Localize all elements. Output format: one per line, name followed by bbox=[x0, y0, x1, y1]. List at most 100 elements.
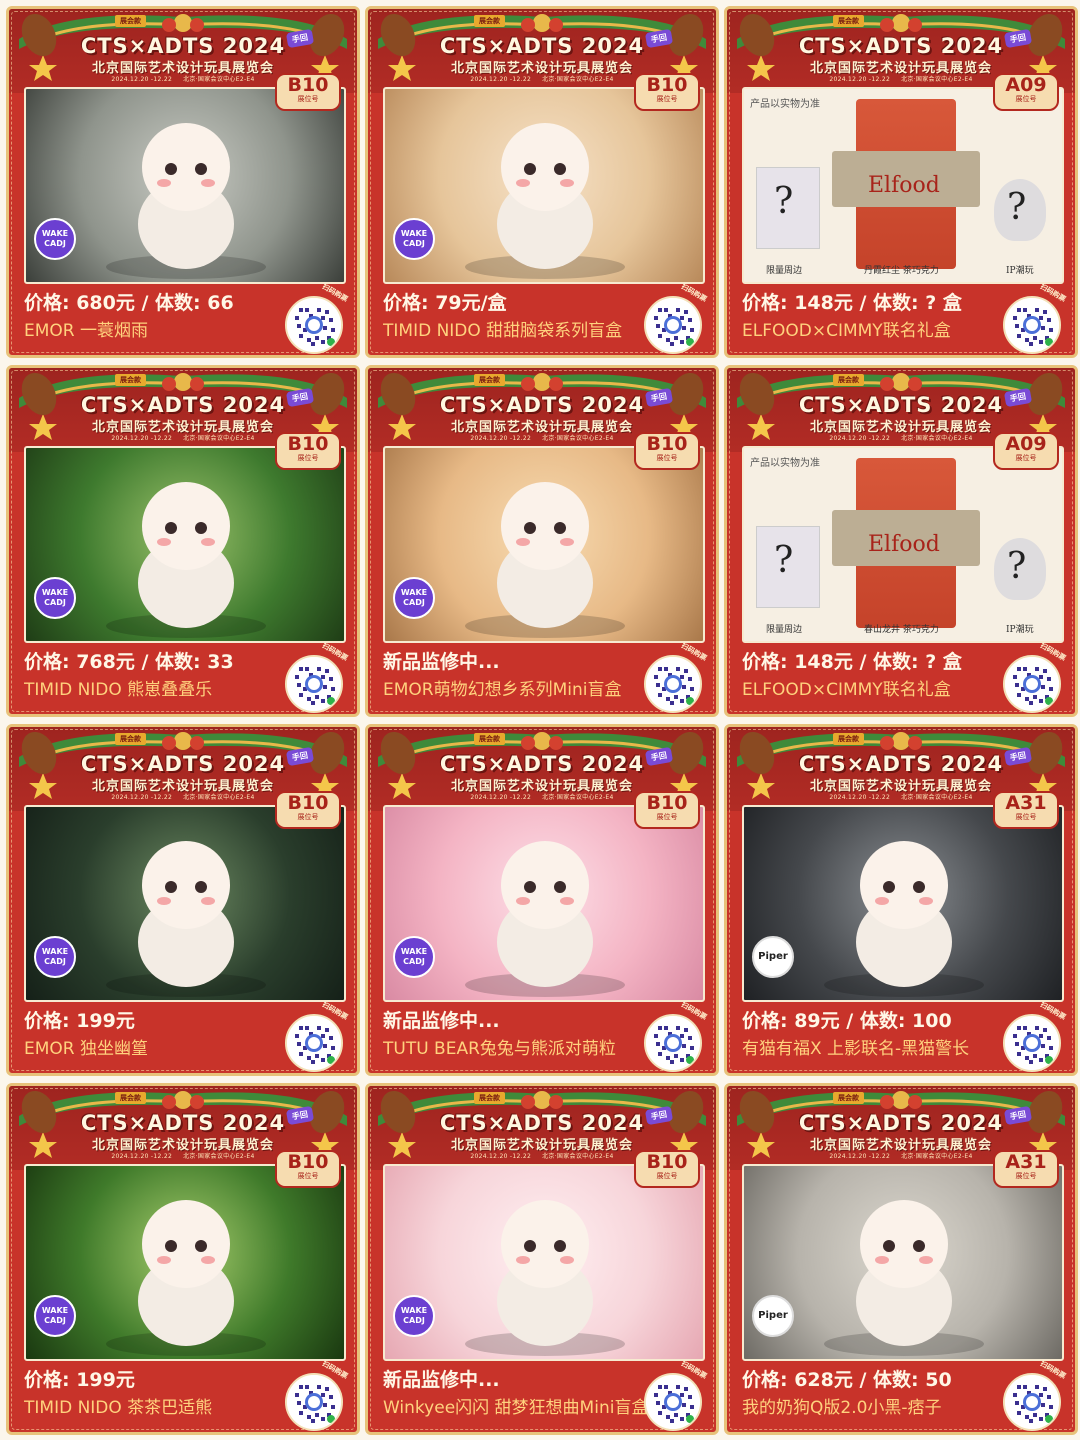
expo-title: CTS×ADTS 2024 bbox=[439, 752, 645, 776]
figurine-illustration bbox=[106, 1200, 266, 1356]
expo-venue: 北京·国家会议中心E2-E4 bbox=[901, 1153, 973, 1160]
expo-exclusive-badge: 展会款 bbox=[115, 15, 146, 27]
booth-label: 展位号 bbox=[656, 95, 678, 103]
booth-badge: A09 展位号 bbox=[993, 73, 1059, 111]
booth-label: 展位号 bbox=[656, 1172, 678, 1180]
ticket-qr-code[interactable] bbox=[1003, 1373, 1061, 1431]
qr-code-icon bbox=[646, 1375, 700, 1429]
ticket-qr-code[interactable] bbox=[1003, 655, 1061, 713]
product-card[interactable]: 展会款 手回 CTS×ADTS 2024 北京国际艺术设计玩具展览会 2024.… bbox=[6, 365, 360, 717]
product-photo[interactable]: WAKE CADJ bbox=[24, 805, 346, 1002]
booth-number: A09 bbox=[1005, 74, 1047, 96]
ticket-qr-code[interactable] bbox=[644, 655, 702, 713]
expo-dates: 2024.12.20 -12.22 bbox=[111, 1153, 173, 1160]
product-photo[interactable]: WAKE CADJ bbox=[383, 805, 705, 1002]
expo-venue: 北京·国家会议中心E2-E4 bbox=[183, 794, 255, 801]
expo-venue: 北京·国家会议中心E2-E4 bbox=[542, 435, 614, 442]
expo-venue: 北京·国家会议中心E2-E4 bbox=[183, 1153, 255, 1160]
ticket-qr-code[interactable] bbox=[285, 655, 343, 713]
product-card[interactable]: 展会款 手回 CTS×ADTS 2024 北京国际艺术设计玩具展览会 2024.… bbox=[724, 365, 1078, 717]
expo-title: CTS×ADTS 2024 bbox=[80, 1111, 286, 1135]
product-card[interactable]: 展会款 手回 CTS×ADTS 2024 北京国际艺术设计玩具展览会 2024.… bbox=[365, 365, 719, 717]
product-photo[interactable]: WAKE CADJ bbox=[383, 87, 705, 284]
ticket-qr-code[interactable] bbox=[285, 1373, 343, 1431]
booth-number: A31 bbox=[1005, 792, 1047, 814]
product-photo[interactable]: WAKE CADJ bbox=[24, 1164, 346, 1361]
product-disclaimer: 产品以实物为准 bbox=[750, 99, 820, 110]
product-card[interactable]: 展会款 手回 CTS×ADTS 2024 北京国际艺术设计玩具展览会 2024.… bbox=[6, 6, 360, 358]
booth-number: B10 bbox=[646, 433, 688, 455]
booth-number: B10 bbox=[287, 433, 329, 455]
ticket-qr-code[interactable] bbox=[285, 296, 343, 354]
elfood-brand: Elfood bbox=[868, 173, 940, 198]
booth-badge: B10 展位号 bbox=[275, 432, 341, 470]
booth-label: 展位号 bbox=[1015, 813, 1037, 821]
figurine-illustration bbox=[465, 1200, 625, 1356]
product-photo[interactable]: 产品以实物为准 Elfood?? 限量周边 丹霞红尘 茶巧克力 IP潮玩 bbox=[742, 87, 1064, 284]
figurine-illustration bbox=[465, 123, 625, 279]
product-photo[interactable]: WAKE CADJ bbox=[24, 446, 346, 643]
expo-venue: 北京·国家会议中心E2-E4 bbox=[183, 435, 255, 442]
booth-label: 展位号 bbox=[1015, 454, 1037, 462]
wake-brand-logo: WAKE CADJ bbox=[393, 218, 435, 260]
qr-code-icon bbox=[646, 1016, 700, 1070]
caption-middle: 春山龙井 茶巧克力 bbox=[864, 625, 939, 635]
ticket-qr-code[interactable] bbox=[1003, 1014, 1061, 1072]
product-photo[interactable]: Piper bbox=[742, 1164, 1064, 1361]
product-card[interactable]: 展会款 手回 CTS×ADTS 2024 北京国际艺术设计玩具展览会 2024.… bbox=[6, 724, 360, 1076]
expo-exclusive-badge: 展会款 bbox=[115, 733, 146, 745]
product-name: ELFOOD×CIMMY联名礼盒 bbox=[742, 680, 951, 700]
expo-venue: 北京·国家会议中心E2-E4 bbox=[901, 76, 973, 83]
price-quantity: 价格: 768元 / 体数: 33 bbox=[24, 651, 234, 673]
expo-venue: 北京·国家会议中心E2-E4 bbox=[183, 76, 255, 83]
product-photo[interactable]: Piper bbox=[742, 805, 1064, 1002]
expo-exclusive-badge: 展会款 bbox=[115, 1092, 146, 1104]
caption-left: 限量周边 bbox=[766, 266, 803, 276]
booth-label: 展位号 bbox=[297, 1172, 319, 1180]
qr-code-icon bbox=[287, 1016, 341, 1070]
booth-number: B10 bbox=[646, 74, 688, 96]
product-name: ELFOOD×CIMMY联名礼盒 bbox=[742, 321, 951, 341]
product-card[interactable]: 展会款 手回 CTS×ADTS 2024 北京国际艺术设计玩具展览会 2024.… bbox=[6, 1083, 360, 1435]
product-card[interactable]: 展会款 手回 CTS×ADTS 2024 北京国际艺术设计玩具展览会 2024.… bbox=[724, 724, 1078, 1076]
price-quantity: 价格: 148元 / 体数: ? 盒 bbox=[742, 292, 962, 314]
expo-dates: 2024.12.20 -12.22 bbox=[829, 794, 891, 801]
product-card[interactable]: 展会款 手回 CTS×ADTS 2024 北京国际艺术设计玩具展览会 2024.… bbox=[724, 1083, 1078, 1435]
expo-exclusive-badge: 展会款 bbox=[833, 1092, 864, 1104]
expo-dates: 2024.12.20 -12.22 bbox=[111, 76, 173, 83]
expo-exclusive-badge: 展会款 bbox=[474, 374, 505, 386]
product-card[interactable]: 展会款 手回 CTS×ADTS 2024 北京国际艺术设计玩具展览会 2024.… bbox=[724, 6, 1078, 358]
expo-title: CTS×ADTS 2024 bbox=[798, 34, 1004, 58]
wake-brand-logo: WAKE CADJ bbox=[34, 577, 76, 619]
booth-badge: B10 展位号 bbox=[634, 73, 700, 111]
product-photo[interactable]: 产品以实物为准 Elfood?? 限量周边 春山龙井 茶巧克力 IP潮玩 bbox=[742, 446, 1064, 643]
price-quantity: 价格: 628元 / 体数: 50 bbox=[742, 1369, 952, 1391]
product-name: TUTU BEAR兔兔与熊派对萌粒 bbox=[383, 1039, 616, 1059]
expo-dates: 2024.12.20 -12.22 bbox=[829, 1153, 891, 1160]
ticket-qr-code[interactable] bbox=[285, 1014, 343, 1072]
booth-number: A31 bbox=[1005, 1151, 1047, 1173]
booth-label: 展位号 bbox=[1015, 95, 1037, 103]
expo-title: CTS×ADTS 2024 bbox=[439, 393, 645, 417]
product-photo[interactable]: WAKE CADJ bbox=[383, 446, 705, 643]
product-name: TIMID NIDO 茶茶巴适熊 bbox=[24, 1398, 213, 1418]
ticket-qr-code[interactable] bbox=[644, 296, 702, 354]
booth-badge: B10 展位号 bbox=[634, 791, 700, 829]
ticket-qr-code[interactable] bbox=[644, 1014, 702, 1072]
question-mark-icon: ? bbox=[1007, 187, 1027, 228]
product-card[interactable]: 展会款 手回 CTS×ADTS 2024 北京国际艺术设计玩具展览会 2024.… bbox=[365, 1083, 719, 1435]
product-card[interactable]: 展会款 手回 CTS×ADTS 2024 北京国际艺术设计玩具展览会 2024.… bbox=[365, 724, 719, 1076]
booth-badge: B10 展位号 bbox=[634, 432, 700, 470]
caption-right: IP潮玩 bbox=[1006, 266, 1034, 276]
product-photo[interactable]: WAKE CADJ bbox=[24, 87, 346, 284]
expo-venue: 北京·国家会议中心E2-E4 bbox=[901, 435, 973, 442]
product-name: TIMID NIDO 甜甜脑袋系列盲盒 bbox=[383, 321, 623, 341]
booth-label: 展位号 bbox=[297, 454, 319, 462]
expo-title: CTS×ADTS 2024 bbox=[80, 752, 286, 776]
product-card[interactable]: 展会款 手回 CTS×ADTS 2024 北京国际艺术设计玩具展览会 2024.… bbox=[365, 6, 719, 358]
ticket-qr-code[interactable] bbox=[1003, 296, 1061, 354]
booth-number: A09 bbox=[1005, 433, 1047, 455]
product-photo[interactable]: WAKE CADJ bbox=[383, 1164, 705, 1361]
expo-title: CTS×ADTS 2024 bbox=[439, 1111, 645, 1135]
ticket-qr-code[interactable] bbox=[644, 1373, 702, 1431]
